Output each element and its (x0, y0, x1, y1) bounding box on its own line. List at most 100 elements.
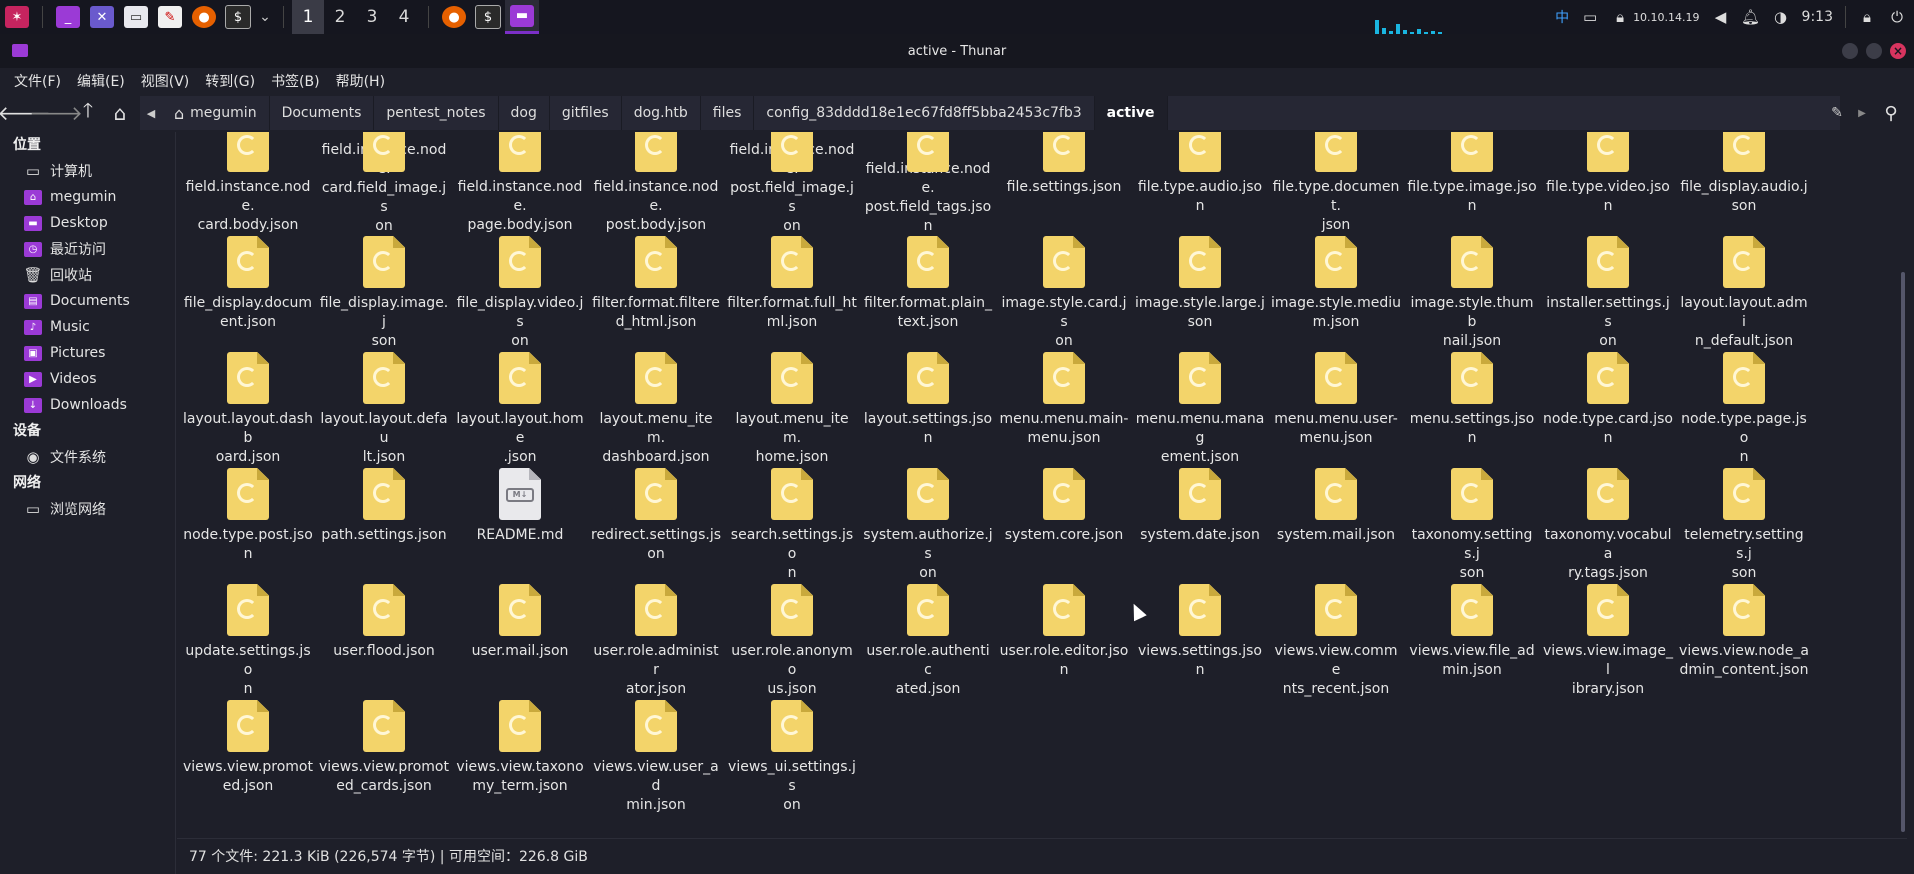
sidebar-item-computer[interactable]: ▭ 计算机 (0, 158, 175, 184)
terminal-task[interactable]: $ (471, 0, 505, 34)
firefox-launcher[interactable]: ● (187, 0, 221, 34)
file-item[interactable]: views.view.promot ed.json (180, 700, 316, 816)
file-item[interactable]: taxonomy.settings.j son (1404, 468, 1540, 584)
file-item[interactable]: menu.menu.main-menu.json (996, 352, 1132, 468)
file-item[interactable]: file_display.video.js on (452, 236, 588, 352)
file-item[interactable]: file_display.image.j son (316, 236, 452, 352)
menu-item-2[interactable]: 视图(V) (133, 71, 198, 91)
file-item[interactable]: field.instance.node. card.body.json (180, 132, 316, 236)
file-item[interactable]: views.view.image_l ibrary.json (1540, 584, 1676, 700)
file-item[interactable]: layout.settings.json (860, 352, 996, 468)
file-item[interactable]: layout.layout.dashb oard.json (180, 352, 316, 468)
file-item[interactable]: field.instance.node.post.field_image.jso… (724, 132, 860, 236)
file-item[interactable]: filter.format.plain_ text.json (860, 236, 996, 352)
forward-button[interactable]: 🡒 (29, 96, 83, 130)
thunar-task[interactable]: ▬ (505, 0, 539, 34)
vertical-scrollbar[interactable] (1901, 272, 1905, 832)
terminal-launcher-2[interactable]: $ (221, 0, 255, 34)
home-button[interactable]: ⌂ (104, 96, 136, 130)
file-item[interactable]: views.view.promot ed_cards.json (316, 700, 452, 816)
vpn-indicator[interactable]: 🔒︎ 10.10.14.19 (1611, 8, 1699, 26)
text-editor-launcher[interactable]: ✎ (153, 0, 187, 34)
breadcrumb-item-active[interactable]: active (1094, 96, 1168, 130)
file-item[interactable]: menu.menu.manag ement.json (1132, 352, 1268, 468)
file-view[interactable]: field.instance.node.card.body.jsonfield.… (177, 132, 1907, 838)
breadcrumb-item-config[interactable]: config_83dddd18e1ec67fd8ff5bba2453c7fb3 (754, 96, 1095, 130)
file-item[interactable]: M↓ README.md (452, 468, 588, 584)
workspace-3[interactable]: 3 (356, 0, 388, 34)
file-item[interactable]: views.view.user_ad min.json (588, 700, 724, 816)
file-item[interactable]: system.authorize.js on (860, 468, 996, 584)
file-item[interactable]: file.settings.json (996, 132, 1132, 236)
file-item[interactable]: views.view.node_a dmin_content.json (1676, 584, 1812, 700)
launcher-dropdown[interactable]: ⌄ (255, 0, 275, 34)
sidebar-item-recent[interactable]: ◷ 最近访问 (0, 236, 175, 262)
file-item[interactable]: layout.layout.home .json (452, 352, 588, 468)
file-item[interactable]: layout.menu_item. dashboard.json (588, 352, 724, 468)
breadcrumb-scroll-left[interactable]: ◀ (140, 96, 162, 130)
file-manager-launcher[interactable]: ▭ (119, 0, 153, 34)
file-item[interactable]: system.core.json (996, 468, 1132, 584)
terminal-launcher[interactable]: _ (51, 0, 85, 34)
file-item[interactable]: filter.format.filtere d_html.json (588, 236, 724, 352)
sidebar-item-music-folder[interactable]: ♪ Music (0, 314, 175, 340)
breadcrumb-item-dog[interactable]: dog (499, 96, 550, 130)
file-item[interactable]: node.type.post.json (180, 468, 316, 584)
maximize-button[interactable] (1866, 43, 1882, 59)
breadcrumb-item-dog-htb[interactable]: dog.htb (622, 96, 701, 130)
file-item[interactable]: layout.layout.admi n_default.json (1676, 236, 1812, 352)
search-button[interactable]: ⚲ (1874, 96, 1908, 130)
file-item[interactable]: user.mail.json (452, 584, 588, 700)
file-item[interactable]: file.type.video.json (1540, 132, 1676, 236)
sidebar-item-videos-folder[interactable]: ▶ Videos (0, 366, 175, 392)
monitor-icon[interactable]: ▭ (1581, 8, 1599, 26)
file-item[interactable]: path.settings.json (316, 468, 452, 584)
file-item[interactable]: node.type.page.jso n (1676, 352, 1812, 468)
breadcrumb-item-files[interactable]: files (701, 96, 755, 130)
edit-path-button[interactable]: ✎ (1822, 96, 1852, 130)
breadcrumb-item-megumin[interactable]: megumin (162, 96, 270, 130)
breadcrumb-item-pentest[interactable]: pentest_notes (374, 96, 499, 130)
file-item[interactable]: filter.format.full_ht ml.json (724, 236, 860, 352)
breadcrumb-item-Documents[interactable]: Documents (270, 96, 375, 130)
file-item[interactable]: image.style.large.j son (1132, 236, 1268, 352)
file-item[interactable]: field.instance.node. page.body.json (452, 132, 588, 236)
breadcrumb-item-gitfiles[interactable]: gitfiles (550, 96, 622, 130)
notification-bell-icon[interactable]: 🔔︎ (1741, 8, 1760, 26)
file-item[interactable]: user.role.administr ator.json (588, 584, 724, 700)
file-item[interactable]: system.mail.json (1268, 468, 1404, 584)
menu-item-4[interactable]: 书签(B) (263, 71, 328, 91)
sidebar-item-network[interactable]: ▭ 浏览网络 (0, 496, 175, 522)
file-item[interactable]: file.type.image.jso n (1404, 132, 1540, 236)
workspace-2[interactable]: 2 (324, 0, 356, 34)
up-button[interactable]: 🡑 (72, 96, 104, 130)
file-item[interactable]: update.settings.jso n (180, 584, 316, 700)
file-item[interactable]: views.settings.json (1132, 584, 1268, 700)
volume-icon[interactable]: ◀︎ (1712, 8, 1730, 26)
file-item[interactable]: file.type.document. json (1268, 132, 1404, 236)
sidebar-item-downloads-folder[interactable]: ↓ Downloads (0, 392, 175, 418)
file-item[interactable]: telemetry.settings.j son (1676, 468, 1812, 584)
file-item[interactable]: image.style.thumb nail.json (1404, 236, 1540, 352)
power-manager-icon[interactable]: ◑ (1772, 8, 1790, 26)
file-item[interactable]: installer.settings.js on (1540, 236, 1676, 352)
file-item[interactable]: image.style.mediu m.json (1268, 236, 1404, 352)
menu-item-1[interactable]: 编辑(E) (69, 71, 133, 91)
clock[interactable]: 9:13 (1802, 9, 1833, 25)
sidebar-item-filesystem[interactable]: ◉ 文件系统 (0, 444, 175, 470)
file-item[interactable]: file_display.docum ent.json (180, 236, 316, 352)
file-item[interactable]: image.style.card.js on (996, 236, 1132, 352)
file-item[interactable]: user.flood.json (316, 584, 452, 700)
sidebar-item-desktop-folder[interactable]: ▬ Desktop (0, 210, 175, 236)
close-button[interactable]: × (1890, 43, 1906, 59)
breadcrumb-scroll-right[interactable]: ▶ (1852, 96, 1872, 130)
thunar-window-icon[interactable] (12, 44, 28, 57)
file-item[interactable]: node.type.card.json (1540, 352, 1676, 468)
file-item[interactable]: views.view.file_ad min.json (1404, 584, 1540, 700)
file-item[interactable]: user.role.authentic ated.json (860, 584, 996, 700)
file-item[interactable]: views.view.taxono my_term.json (452, 700, 588, 816)
minimize-button[interactable] (1842, 43, 1858, 59)
file-item[interactable]: field.instance.node.card.field_image.jso… (316, 132, 452, 236)
file-item[interactable]: views_ui.settings.js on (724, 700, 860, 816)
file-item[interactable]: file.type.audio.json (1132, 132, 1268, 236)
